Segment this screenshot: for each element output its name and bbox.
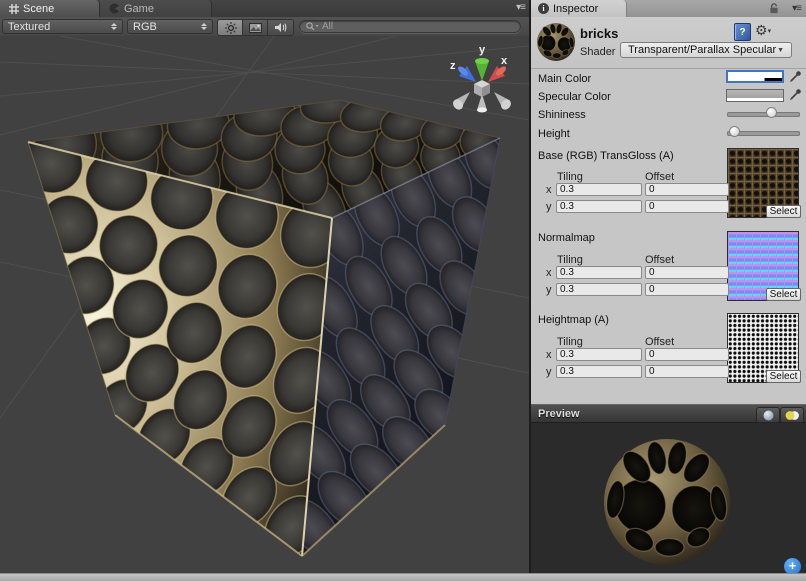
info-icon: i [538,3,549,14]
preview-header[interactable]: Preview [531,404,806,423]
shader-value: Transparent/Parallax Specular [628,44,776,56]
speaker-icon [274,22,287,33]
lock-icon[interactable] [769,3,779,14]
preview-lighting-button[interactable] [780,407,804,423]
normalmap-select-button[interactable]: Select [766,288,801,301]
scene-panel-menu-icon[interactable]: ▾≡ [516,2,525,13]
updown-arrows-icon [201,23,207,30]
specular-color-swatch[interactable] [726,89,784,102]
tab-game-label: Game [124,3,154,15]
main-color-swatch[interactable] [726,70,784,83]
search-icon [306,22,319,31]
material-name: bricks [580,26,618,41]
axis-x-label: x [546,349,552,361]
base-tiling-y-field[interactable] [556,200,642,213]
inspector-tabbar: i Inspector ▾≡ [531,0,806,18]
material-header: bricks Shader Transparent/Parallax Specu… [531,17,806,69]
specular-color-label: Specular Color [538,91,611,103]
scene-panel: Scene Game ▾≡ Textured RGB [0,0,529,573]
shader-label: Shader [580,46,615,58]
heightmap-select-button[interactable]: Select [766,370,801,383]
height-slider[interactable] [727,126,800,139]
game-icon [109,3,120,14]
slider-thumb[interactable] [766,107,777,118]
scene-tabbar: Scene Game ▾≡ [0,0,529,18]
base-offset-x-field[interactable] [645,183,729,196]
height-offset-x-field[interactable] [645,348,729,361]
axis-y-label: y [546,284,552,296]
material-preview-area[interactable]: + [531,423,806,573]
gizmo-label-z: z [450,60,456,72]
image-icon [249,23,262,33]
shader-dropdown[interactable]: Transparent/Parallax Specular ▼ [620,42,792,58]
axis-x-label: x [546,184,552,196]
axis-y-label: y [546,366,552,378]
height-label: Height [538,128,570,140]
two-lights-icon [785,410,800,421]
scene-lighting-toggle[interactable] [217,19,244,36]
axis-y-label: y [546,201,552,213]
shininess-slider[interactable] [727,107,800,120]
help-icon[interactable]: ? [734,23,751,41]
render-mode-value: Textured [8,21,50,33]
window-bottom-bar [0,573,806,581]
material-preview-ball [592,425,742,573]
tab-inspector[interactable]: i Inspector [531,0,627,17]
sun-icon [225,22,237,34]
alpha-bar [728,78,782,81]
alpha-bar [727,98,783,101]
height-tiling-y-field[interactable] [556,365,642,378]
base-offset-y-field[interactable] [645,200,729,213]
height-tiling-x-field[interactable] [556,348,642,361]
heightmap-label: Heightmap (A) [538,314,609,326]
offset-header: Offset [645,336,674,348]
updown-arrows-icon [111,23,117,30]
scene-audio-toggle[interactable] [267,19,294,36]
eyedropper-icon[interactable] [789,88,802,101]
preview-shape-button[interactable] [756,407,780,423]
scene-search-field[interactable] [299,20,521,33]
add-button[interactable]: + [784,558,801,573]
color-channel-dropdown[interactable]: RGB [127,19,213,34]
tab-game[interactable]: Game [100,0,212,17]
gear-icon[interactable]: ⚙▾ [755,22,771,40]
scene-effects-toggle[interactable] [242,19,269,36]
axis-x-label: x [546,267,552,279]
scene-grid-icon [9,4,19,14]
tiling-header: Tiling [557,336,583,348]
inspector-menu-icon[interactable]: ▾≡ [792,3,801,14]
preview-label: Preview [538,408,580,420]
sphere-icon [763,410,774,421]
tiling-header: Tiling [557,254,583,266]
tab-inspector-label: Inspector [553,3,598,15]
scene-toolbar: Textured RGB [0,17,529,37]
normal-offset-x-field[interactable] [645,266,729,279]
base-tiling-x-field[interactable] [556,183,642,196]
gizmo-label-x: x [501,55,508,67]
offset-header: Offset [645,254,674,266]
offset-header: Offset [645,171,674,183]
main-color-label: Main Color [538,73,591,85]
normal-offset-y-field[interactable] [645,283,729,296]
shininess-label: Shininess [538,109,586,121]
tab-scene[interactable]: Scene [0,0,100,17]
base-texture-label: Base (RGB) TransGloss (A) [538,150,674,162]
search-input[interactable] [322,21,514,32]
gizmo-label-y: y [479,44,486,56]
eyedropper-icon[interactable] [789,70,802,83]
normal-tiling-y-field[interactable] [556,283,642,296]
normalmap-label: Normalmap [538,232,595,244]
scene-viewport[interactable]: y x z [0,36,529,573]
inspector-panel: i Inspector ▾≡ bricks Shader Transparent… [531,0,806,573]
height-offset-y-field[interactable] [645,365,729,378]
base-select-button[interactable]: Select [766,205,801,218]
color-channel-value: RGB [133,21,157,33]
material-ball-icon [536,22,576,62]
tab-scene-label: Scene [23,3,54,15]
tiling-header: Tiling [557,171,583,183]
render-mode-dropdown[interactable]: Textured [2,19,123,34]
chevron-down-icon: ▼ [777,47,784,54]
normal-tiling-x-field[interactable] [556,266,642,279]
